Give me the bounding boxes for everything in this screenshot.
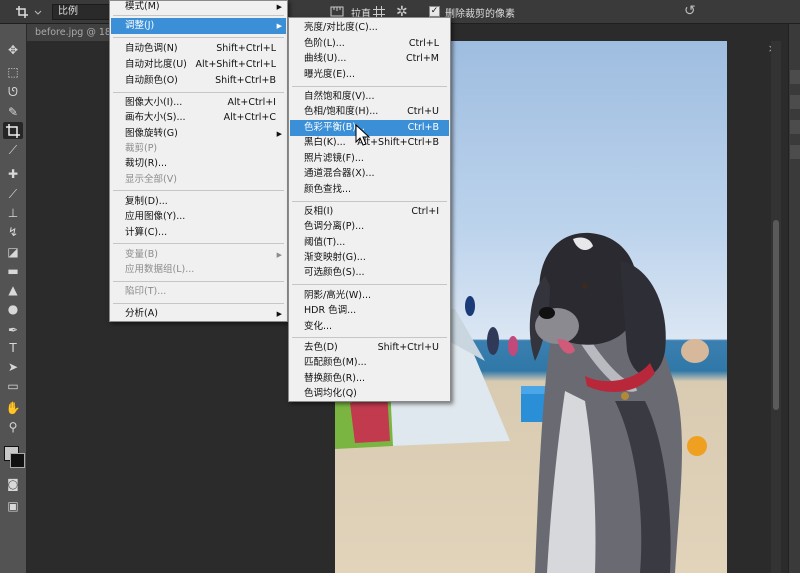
gradient-tool-icon[interactable]: ▬ [3, 263, 23, 280]
menu-item-trim[interactable]: 裁切(R)... [111, 156, 286, 172]
menu-separator [113, 303, 284, 304]
menu-item-invert[interactable]: 反相(I) Ctrl+I [290, 204, 449, 220]
menu-item-replace-color[interactable]: 替换颜色(R)... [290, 371, 449, 387]
menu-separator [113, 92, 284, 93]
zoom-tool-icon[interactable]: ⚲ [3, 419, 23, 436]
screen-mode-icon[interactable]: ▣ [3, 498, 23, 515]
menu-item-color-lookup[interactable]: 颜色查找... [290, 182, 449, 198]
submenu-arrow-icon: ▶ [276, 130, 282, 138]
quick-select-tool-icon[interactable]: ✎ [3, 104, 23, 121]
menu-item-channel-mixer[interactable]: 通道混合器(X)... [290, 166, 449, 182]
eraser-tool-icon[interactable]: ◪ [3, 244, 23, 261]
tools-panel: ✥ ⬚ ᘎ ✎ ⟋ ✚ ⟋ ⊥ ↯ ◪ ▬ ▲ ● ✒ T ➤ ▭ ✋ ⚲ ◙ … [0, 24, 27, 573]
panel-dock-icon[interactable] [790, 70, 800, 84]
menu-separator [113, 15, 284, 16]
menu-item-gradient-map[interactable]: 渐变映射(G)... [290, 250, 449, 266]
crop-tool-icon[interactable] [3, 122, 23, 139]
menu-item-canvas-size[interactable]: 画布大小(S)... Alt+Ctrl+C [111, 110, 286, 126]
history-brush-tool-icon[interactable]: ↯ [3, 224, 23, 241]
menu-separator [292, 284, 447, 285]
menu-separator [292, 86, 447, 87]
menu-item-hdr-toning[interactable]: HDR 色调... [290, 303, 449, 319]
menu-item-adjustments[interactable]: 调整(J) ▶ [111, 18, 286, 34]
document-tab-title: before.jpg @ 18.2% [35, 27, 109, 38]
delete-cropped-checkbox[interactable]: ✓ [429, 6, 440, 17]
menu-item-mode[interactable]: 模式(M) ▶ [111, 0, 286, 15]
mouse-pointer-icon [355, 124, 371, 146]
menu-item-levels[interactable]: 色阶(L)... Ctrl+L [290, 36, 449, 52]
menu-item-auto-contrast[interactable]: 自动对比度(U) Alt+Shift+Ctrl+L [111, 57, 286, 73]
type-tool-icon[interactable]: T [3, 340, 23, 357]
menu-item-match-color[interactable]: 匹配颜色(M)... [290, 355, 449, 371]
brush-tool-icon[interactable]: ⟋ [3, 186, 23, 203]
menu-item-variations[interactable]: 变化... [290, 319, 449, 335]
reset-button[interactable]: ↺ [684, 3, 696, 19]
adjustments-submenu: 亮度/对比度(C)... 色阶(L)... Ctrl+L 曲线(U)... Ct… [288, 17, 451, 402]
menu-item-crop: 裁剪(P) [125, 143, 158, 154]
menu-item-brightness-contrast[interactable]: 亮度/对比度(C)... [290, 20, 449, 36]
menu-item-equalize[interactable]: 色调均化(Q) [290, 386, 449, 402]
menu-item-selective-color[interactable]: 可选颜色(S)... [290, 265, 449, 281]
vertical-scrollbar-thumb[interactable] [773, 220, 779, 410]
menu-item-desaturate[interactable]: 去色(D) Shift+Ctrl+U [290, 340, 449, 356]
menu-item-calculations[interactable]: 计算(C)... [111, 225, 286, 241]
menu-separator [292, 201, 447, 202]
menu-item-duplicate[interactable]: 复制(D)... [111, 194, 286, 210]
menu-separator [292, 337, 447, 338]
menu-item-reveal-all: 显示全部(V) [125, 174, 177, 185]
delete-cropped-label: 删除裁剪的像素 [445, 9, 515, 20]
menu-item-variables: 变量(B) ▶ [125, 249, 282, 260]
menu-item-image-size[interactable]: 图像大小(I)... Alt+Ctrl+I [111, 95, 286, 111]
panel-dock-icon[interactable] [790, 120, 800, 134]
aspect-ratio-select[interactable]: 比例 [52, 4, 110, 20]
panel-dock-icon[interactable] [790, 95, 800, 109]
eyedropper-tool-icon[interactable]: ⟋ [3, 142, 23, 159]
dodge-tool-icon[interactable]: ● [3, 301, 23, 318]
hand-tool-icon[interactable]: ✋ [3, 400, 23, 417]
menu-item-image-rotation[interactable]: 图像旋转(G) ▶ [111, 126, 286, 142]
menu-item-photo-filter[interactable]: 照片滤镜(F)... [290, 151, 449, 167]
marquee-tool-icon[interactable]: ⬚ [3, 64, 23, 81]
menu-item-curves[interactable]: 曲线(U)... Ctrl+M [290, 51, 449, 67]
shape-tool-icon[interactable]: ▭ [3, 378, 23, 395]
submenu-arrow-icon: ▶ [276, 22, 282, 30]
submenu-arrow-icon: ▶ [276, 251, 282, 259]
menu-item-auto-color[interactable]: 自动颜色(O) Shift+Ctrl+B [111, 73, 286, 89]
clone-stamp-tool-icon[interactable]: ⊥ [3, 205, 23, 222]
menu-item-shadows-highlights[interactable]: 阴影/高光(W)... [290, 288, 449, 304]
blur-tool-icon[interactable]: ▲ [3, 282, 23, 299]
menu-item-auto-tone[interactable]: 自动色调(N) Shift+Ctrl+L [111, 41, 286, 57]
menu-item-analysis[interactable]: 分析(A) ▶ [111, 306, 286, 322]
menu-item-apply-data-set: 应用数据组(L)... [125, 264, 195, 275]
move-tool-icon[interactable]: ✥ [3, 42, 23, 59]
path-select-tool-icon[interactable]: ➤ [3, 359, 23, 376]
background-color-swatch[interactable] [10, 453, 25, 468]
menu-item-exposure[interactable]: 曝光度(E)... [290, 67, 449, 83]
pen-tool-icon[interactable]: ✒ [3, 322, 23, 339]
aspect-ratio-value: 比例 [58, 6, 78, 17]
menu-item-apply-image[interactable]: 应用图像(Y)... [111, 209, 286, 225]
healing-brush-tool-icon[interactable]: ✚ [3, 166, 23, 183]
menu-item-threshold[interactable]: 阈值(T)... [290, 235, 449, 251]
quick-mask-icon[interactable]: ◙ [3, 476, 23, 493]
reset-icon: ↺ [684, 3, 696, 19]
menu-item-posterize[interactable]: 色调分离(P)... [290, 219, 449, 235]
menu-item-trap: 陷印(T)... [125, 286, 167, 297]
checkmark-icon: ✓ [430, 6, 439, 16]
crop-tool-preset-button[interactable] [14, 4, 42, 20]
menu-separator [113, 37, 284, 38]
lasso-tool-icon[interactable]: ᘎ [3, 84, 23, 101]
menu-separator [113, 281, 284, 282]
menu-separator [113, 190, 284, 191]
crop-icon [16, 6, 42, 18]
panel-dock-icon[interactable] [790, 145, 800, 159]
menu-item-hue-saturation[interactable]: 色相/饱和度(H)... Ctrl+U [290, 104, 449, 120]
image-menu: 模式(M) ▶ 调整(J) ▶ 自动色调(N) Shift+Ctrl+L 自动对… [109, 0, 288, 322]
submenu-arrow-icon: ▶ [276, 3, 282, 11]
menu-item-vibrance[interactable]: 自然饱和度(V)... [290, 89, 449, 105]
menu-separator [113, 243, 284, 244]
document-tab[interactable]: before.jpg @ 18.2% [27, 24, 109, 41]
submenu-arrow-icon: ▶ [276, 310, 282, 318]
